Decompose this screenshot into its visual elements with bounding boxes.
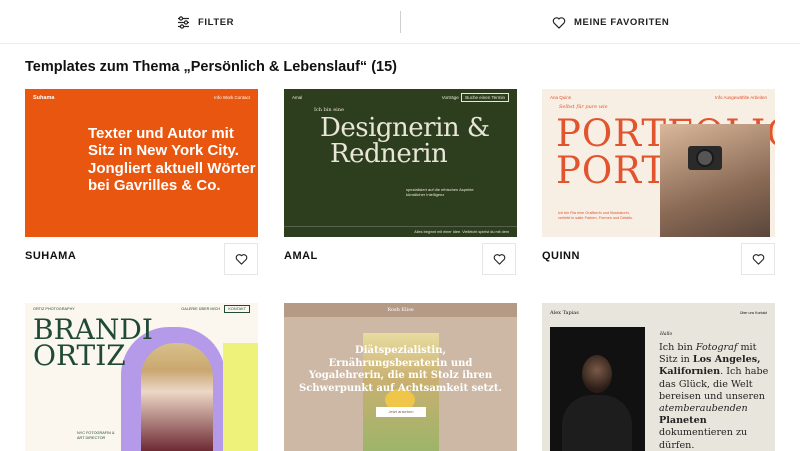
preview-nav-button: Buche einen Termin [461, 93, 509, 102]
portrait-photo [550, 327, 645, 451]
preview-nav-links: GALERIE ÜBER MICH [181, 307, 221, 311]
template-name[interactable]: SUHAMA [25, 250, 76, 262]
preview-subtext: spezialisiert auf die ethischen Aspekte … [406, 187, 474, 197]
template-name[interactable]: QUINN [542, 250, 580, 262]
preview-nav-links: Info Work Contact [214, 95, 250, 100]
preview-nav: Amal Vorträge Buche einen Termin [292, 93, 509, 102]
preview-brand: Alex Tapias [550, 310, 579, 316]
preview-headline-line1: Designerin & [320, 113, 490, 143]
preview-brand: Ana Quinn [550, 95, 572, 100]
preview-headline: Texter und Autor mit Sitz in New York Ci… [88, 125, 256, 195]
heart-icon [752, 254, 764, 265]
text-segment-italic: atemberaubenden [659, 403, 748, 415]
favorite-button[interactable] [224, 243, 258, 275]
favorite-button[interactable] [482, 243, 516, 275]
filter-button[interactable]: FILTER [177, 0, 234, 44]
preview-nav-links: Info Ausgewählte Arbeiten [714, 95, 767, 100]
preview-nav: Suhama Info Work Contact [33, 95, 250, 101]
portrait-photo [660, 124, 770, 237]
preview-text: Ich bin Fotograf mit Sitz in Los Angeles… [659, 342, 772, 451]
top-bar: FILTER MEINE FAVORITEN [0, 0, 800, 44]
template-name[interactable]: AMAL [284, 250, 318, 262]
favorites-button[interactable]: MEINE FAVORITEN [552, 0, 669, 44]
heart-icon [493, 254, 505, 265]
favorites-label: MEINE FAVORITEN [574, 16, 670, 28]
preview-headline: Designerin & Rednerin [320, 115, 490, 167]
preview-headline: Diätspezialistin, Ernährungsberaterin un… [299, 345, 502, 394]
sliders-icon [178, 15, 189, 29]
preview-nav: Ana Quinn Info Ausgewählte Arbeiten [550, 95, 767, 100]
preview-brand: Amal [292, 95, 303, 100]
preview-brand: Suhama [33, 95, 55, 101]
preview-cta-button: Jetzt ansehen [376, 407, 426, 417]
preview-headline-line2: ORTIZ [33, 339, 126, 372]
template-preview-brandi-ortiz[interactable]: ORTIZ PHOTOGRAPHY GALERIE ÜBER MICH KONT… [25, 303, 258, 451]
preview-nav: ORTIZ PHOTOGRAPHY GALERIE ÜBER MICH KONT… [33, 305, 250, 313]
template-preview-suhama[interactable]: Suhama Info Work Contact Texter und Auto… [25, 89, 258, 237]
preview-nav-link: Vorträge [441, 95, 459, 100]
yellow-accent [223, 343, 258, 451]
template-preview-amal[interactable]: Amal Vorträge Buche einen Termin Ich bin… [284, 89, 517, 237]
preview-nav-links: Über uns Kontakt [739, 311, 767, 315]
preview-nav-button: KONTAKT [224, 305, 250, 313]
preview-footer: Alles beginnt mit einer Idee. Vielleicht… [284, 226, 517, 237]
topbar-divider [400, 11, 401, 33]
template-preview-alex-tapias[interactable]: Alex Tapias Über uns Kontakt Hallo Ich b… [542, 303, 775, 451]
template-preview-rosh-elise[interactable]: Rosh Elise Diätspezialistin, Ernährungsb… [284, 303, 517, 451]
shoulders-shape [562, 395, 632, 451]
favorite-button[interactable] [741, 243, 775, 275]
preview-nav-right: Vorträge Buche einen Termin [441, 93, 509, 102]
camera-lens [696, 149, 714, 167]
page-title: Templates zum Thema „Persönlich & Lebens… [25, 59, 397, 75]
preview-brand: Rosh Elise [284, 303, 517, 317]
text-segment: dokumentieren zu dürfen. [659, 427, 748, 451]
template-preview-quinn[interactable]: Ana Quinn Info Ausgewählte Arbeiten Selb… [542, 89, 775, 237]
preview-text: Ich bin Ria eine Grafikerin und Illustra… [558, 211, 633, 220]
preview-text: NYC FOTOGRAFIN & ART DIRECTOR [77, 431, 115, 440]
text-segment: Ich bin [659, 342, 696, 353]
preview-greeting: Hallo [660, 332, 673, 337]
text-segment-bold: Planeten [659, 415, 707, 427]
preview-nav-right: GALERIE ÜBER MICH KONTAKT [181, 305, 250, 313]
heart-icon [235, 254, 247, 265]
preview-tagline: Selbst für pure wie [559, 104, 608, 110]
filter-label: FILTER [198, 16, 235, 28]
text-segment-italic: Fotograf [695, 342, 738, 353]
preview-headline-line2: Rednerin [330, 139, 448, 169]
preview-brand: ORTIZ PHOTOGRAPHY [33, 307, 75, 311]
heart-icon [552, 16, 566, 29]
preview-headline: BRANDI ORTIZ [33, 316, 153, 372]
face-shape [582, 355, 612, 393]
